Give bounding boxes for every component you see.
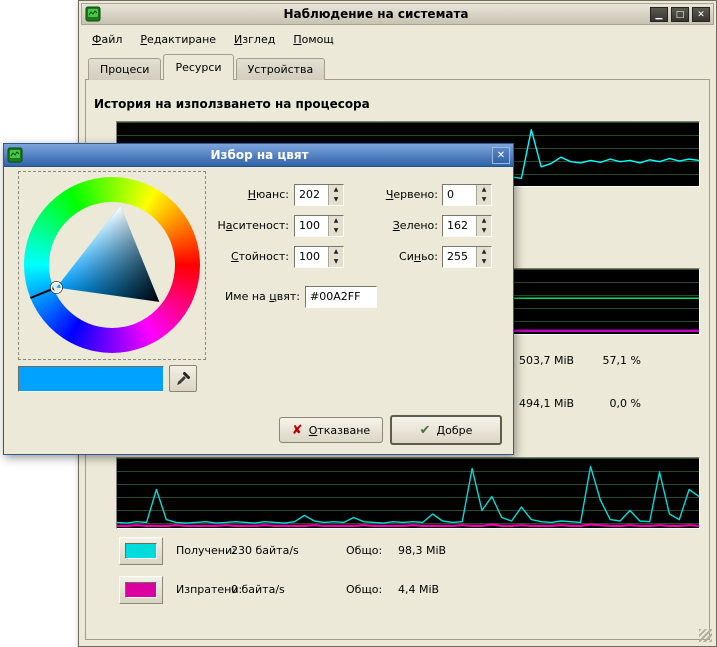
swap-used-percent: 0,0 % (579, 397, 641, 410)
memory-used-value: 503,7 MiB (519, 354, 574, 367)
dialog-close-icon[interactable]: ✕ (492, 147, 510, 164)
sent-color-button[interactable] (119, 576, 163, 604)
spin-up-icon[interactable]: ▲ (329, 216, 343, 226)
color-name-input[interactable]: #00A2FF (305, 286, 377, 308)
spin-down-icon[interactable]: ▼ (329, 257, 343, 267)
swap-used-value: 494,1 MiB (519, 397, 574, 410)
saturation-label: Наситеност: (169, 215, 289, 237)
color-picker-dialog: Избор на цвят ✕ (3, 143, 514, 455)
tab-processes[interactable]: Процеси (88, 58, 161, 80)
cancel-button[interactable]: ✘ Отказване (279, 417, 383, 443)
cancel-icon: ✘ (292, 423, 303, 438)
menubar: Файл Редактиране Изглед Помощ (83, 28, 712, 50)
memory-used-percent: 57,1 % (579, 354, 641, 367)
dialog-icon (7, 147, 23, 163)
window-title: Наблюдение на системата (105, 7, 647, 21)
close-icon[interactable]: ✕ (692, 7, 710, 22)
color-preview (18, 366, 164, 392)
ok-button[interactable]: ✔ Добре (390, 415, 502, 445)
value-value: 100 (295, 247, 328, 267)
blue-value: 255 (443, 247, 476, 267)
blue-label: Синьо: (344, 246, 438, 268)
spin-up-icon[interactable]: ▲ (329, 185, 343, 195)
spin-down-icon[interactable]: ▼ (477, 226, 491, 236)
spin-down-icon[interactable]: ▼ (477, 257, 491, 267)
saturation-value: 100 (295, 216, 328, 236)
received-color-button[interactable] (119, 537, 163, 565)
spin-down-icon[interactable]: ▼ (329, 226, 343, 236)
spin-up-icon[interactable]: ▲ (477, 216, 491, 226)
value-label: Стойност: (169, 246, 289, 268)
hue-marker (30, 289, 53, 298)
blue-spinner[interactable]: 255 ▲▼ (442, 246, 492, 268)
tab-devices[interactable]: Устройства (236, 58, 326, 80)
color-name-label: Име на цвят: (164, 286, 300, 308)
network-history-chart (116, 457, 700, 529)
spin-up-icon[interactable]: ▲ (477, 185, 491, 195)
tab-bar: Процеси Ресурси Устройства (88, 54, 327, 80)
saturation-spinner[interactable]: 100 ▲▼ (294, 215, 344, 237)
red-label: Червено: (344, 184, 438, 206)
spin-up-icon[interactable]: ▲ (329, 247, 343, 257)
green-spinner[interactable]: 162 ▲▼ (442, 215, 492, 237)
spin-down-icon[interactable]: ▼ (477, 195, 491, 205)
red-spinner[interactable]: 0 ▲▼ (442, 184, 492, 206)
hue-value: 202 (295, 185, 328, 205)
spin-down-icon[interactable]: ▼ (329, 195, 343, 205)
value-spinner[interactable]: 100 ▲▼ (294, 246, 344, 268)
menu-help[interactable]: Помощ (284, 30, 342, 49)
cancel-label: Отказване (309, 424, 371, 437)
sent-total: 4,4 MiB (398, 576, 439, 604)
cpu-section-title: История на използването на процесора (94, 97, 370, 111)
green-value: 162 (443, 216, 476, 236)
received-label: Получени: (176, 537, 236, 565)
sv-triangle-black (56, 206, 159, 302)
menu-edit[interactable]: Редактиране (131, 30, 225, 49)
color-name-value: #00A2FF (306, 287, 376, 307)
sent-rate: 0 байта/s (231, 576, 285, 604)
hue-label: Нюанс: (169, 184, 289, 206)
dialog-titlebar[interactable]: Избор на цвят ✕ (4, 144, 513, 167)
hue-spinner[interactable]: 202 ▲▼ (294, 184, 344, 206)
system-monitor-icon (85, 6, 101, 22)
red-value: 0 (443, 185, 476, 205)
green-label: Зелено: (344, 215, 438, 237)
received-color-swatch (125, 543, 157, 559)
maximize-icon[interactable]: □ (671, 7, 689, 22)
main-titlebar[interactable]: Наблюдение на системата ▁ □ ✕ (81, 3, 714, 25)
received-total-label: Общо: (346, 537, 382, 565)
ok-label: Добре (437, 424, 473, 437)
menu-file[interactable]: Файл (83, 30, 131, 49)
ok-icon: ✔ (420, 423, 431, 438)
spin-up-icon[interactable]: ▲ (477, 247, 491, 257)
sent-color-swatch (125, 582, 157, 598)
received-total: 98,3 MiB (398, 537, 446, 565)
eyedropper-button[interactable] (169, 365, 197, 392)
menu-view[interactable]: Изглед (225, 30, 284, 49)
dialog-title: Избор на цвят (27, 148, 492, 162)
resize-grip[interactable] (699, 629, 712, 642)
tab-resources[interactable]: Ресурси (163, 54, 233, 80)
eyedropper-icon (175, 371, 191, 387)
received-rate: 230 байта/s (231, 537, 299, 565)
sent-total-label: Общо: (346, 576, 382, 604)
minimize-icon[interactable]: ▁ (650, 7, 668, 22)
